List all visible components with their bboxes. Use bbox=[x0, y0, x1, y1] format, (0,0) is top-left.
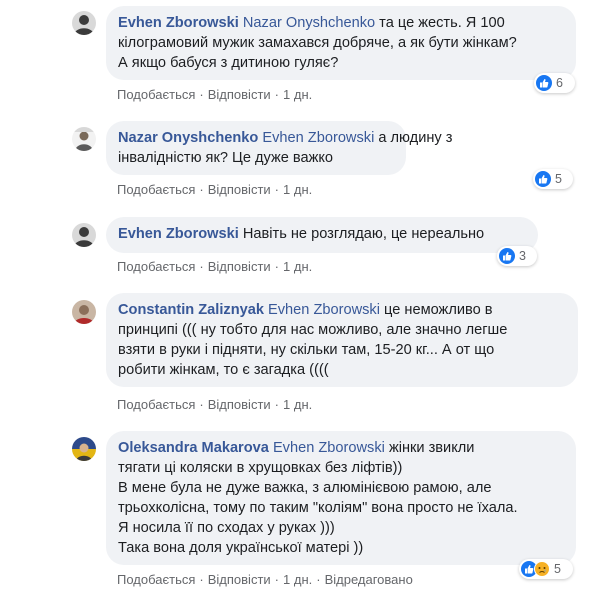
timestamp[interactable]: 1 дн. bbox=[283, 397, 312, 412]
comment-text: це неможливо в bbox=[379, 302, 493, 318]
comment-actions: Подобається · Відповісти · 1 дн. bbox=[117, 182, 312, 198]
separator-dot: · bbox=[274, 87, 280, 102]
reaction-count-value: 6 bbox=[556, 76, 563, 90]
like-reaction-icon bbox=[499, 248, 515, 264]
timestamp[interactable]: 1 дн. bbox=[283, 87, 312, 102]
reply-link[interactable]: Відповісти bbox=[208, 572, 271, 587]
timestamp[interactable]: 1 дн. bbox=[283, 572, 312, 587]
comment-mention[interactable]: Evhen Zborowski bbox=[268, 302, 380, 318]
comment-actions: Подобається · Відповісти · 1 дн. bbox=[117, 397, 312, 413]
comment-text: тягати ці коляски в хрущовках без ліфтів… bbox=[118, 460, 403, 476]
avatar[interactable] bbox=[72, 127, 96, 151]
avatar-icon bbox=[72, 300, 96, 324]
separator-dot: · bbox=[274, 259, 280, 274]
comment-text: Така вона доля української матері )) bbox=[118, 540, 364, 556]
avatar-icon bbox=[72, 11, 96, 35]
reply-link[interactable]: Відповісти bbox=[208, 397, 271, 412]
separator-dot: · bbox=[199, 397, 204, 412]
comment-text: принципі ((( ну тобто для нас можливо, а… bbox=[118, 322, 508, 338]
like-link[interactable]: Подобається bbox=[117, 572, 195, 587]
comment-bubble: Evhen Zborowski Навіть не розглядаю, це … bbox=[106, 217, 538, 253]
like-link[interactable]: Подобається bbox=[117, 259, 195, 274]
reply-link[interactable]: Відповісти bbox=[208, 87, 271, 102]
comment-text: та це жесть. Я 100 bbox=[375, 15, 505, 31]
like-link[interactable]: Подобається bbox=[117, 182, 195, 197]
timestamp[interactable]: 1 дн. bbox=[283, 259, 312, 274]
sad-reaction-icon bbox=[534, 561, 550, 577]
comment-line: Evhen Zborowski Навіть не розглядаю, це … bbox=[118, 224, 526, 244]
reply-link[interactable]: Відповісти bbox=[208, 182, 271, 197]
reaction-count[interactable]: 6 bbox=[534, 73, 575, 93]
comment-author[interactable]: Evhen Zborowski bbox=[118, 226, 239, 242]
comment-mention[interactable]: Nazar Onyshchenko bbox=[243, 15, 375, 31]
separator-dot: · bbox=[199, 182, 204, 197]
comment-mention[interactable]: Evhen Zborowski bbox=[262, 130, 374, 146]
comment-text: трьохколісна, тому по таким "коліям" вон… bbox=[118, 500, 518, 516]
comment-text: робити жінкам, то є загадка (((( bbox=[118, 362, 329, 378]
reaction-count[interactable]: 3 bbox=[497, 246, 537, 266]
separator-dot: · bbox=[199, 259, 204, 274]
avatar[interactable] bbox=[72, 300, 96, 324]
comment-bubble: Constantin Zaliznyak Evhen Zborowski це … bbox=[106, 293, 578, 387]
comment-author[interactable]: Nazar Onyshchenko bbox=[118, 130, 258, 146]
comment-line: Evhen Zborowski Nazar Onyshchenko та це … bbox=[118, 13, 564, 33]
comment-text: В мене була не дуже важка, з алюмінієвою… bbox=[118, 480, 492, 496]
reaction-count[interactable]: 5 bbox=[519, 559, 573, 579]
reaction-count[interactable]: 5 bbox=[533, 169, 573, 189]
edited-label[interactable]: Відредаговано bbox=[325, 572, 413, 587]
reaction-count-value: 5 bbox=[555, 172, 562, 186]
reaction-count-value: 5 bbox=[554, 562, 561, 576]
avatar[interactable] bbox=[72, 11, 96, 35]
separator-dot: · bbox=[199, 87, 204, 102]
comment-author[interactable]: Oleksandra Makarova bbox=[118, 440, 269, 456]
separator-dot: · bbox=[274, 182, 280, 197]
comment-actions: Подобається · Відповісти · 1 дн. · Відредагова… bbox=[117, 572, 413, 588]
comment-line: Nazar Onyshchenko Evhen Zborowski а люди… bbox=[118, 128, 452, 148]
comment-text: взяти в руки і підняти, ну скільки там, … bbox=[118, 342, 495, 358]
separator-dot: · bbox=[199, 572, 204, 587]
like-link[interactable]: Подобається bbox=[117, 397, 195, 412]
comment-bubble: Nazar Onyshchenko Evhen Zborowski а люди… bbox=[106, 121, 452, 175]
separator-dot: · bbox=[316, 572, 321, 587]
comment-text: Я носила її по сходах у руках ))) bbox=[118, 520, 335, 536]
comment-bubble: Oleksandra Makarova Evhen Zborowski жінк… bbox=[106, 431, 576, 565]
avatar-icon bbox=[72, 437, 96, 461]
comment-actions: Подобається · Відповісти · 1 дн. bbox=[117, 87, 312, 103]
comment-text: жінки звикли bbox=[384, 440, 475, 456]
reply-link[interactable]: Відповісти bbox=[208, 259, 271, 274]
reaction-count-value: 3 bbox=[519, 249, 526, 263]
timestamp[interactable]: 1 дн. bbox=[283, 182, 312, 197]
like-reaction-icon bbox=[536, 75, 552, 91]
comment-text: Навіть не розглядаю, це нереально bbox=[238, 226, 485, 242]
comment-text: інвалідністю як? Це дуже важко bbox=[118, 150, 334, 166]
comment-text: кілограмовий мужик замахався добряче, а … bbox=[118, 35, 517, 51]
comment-author[interactable]: Evhen Zborowski bbox=[118, 15, 239, 31]
comment-bubble: Evhen Zborowski Nazar Onyshchenko та це … bbox=[106, 6, 576, 80]
comment-actions: Подобається · Відповісти · 1 дн. bbox=[117, 259, 312, 275]
comment-line: Oleksandra Makarova Evhen Zborowski жінк… bbox=[118, 438, 564, 458]
avatar[interactable] bbox=[72, 437, 96, 461]
comment-line: Constantin Zaliznyak Evhen Zborowski це … bbox=[118, 300, 566, 320]
comment-text: а людину з bbox=[374, 130, 453, 146]
comment-author[interactable]: Constantin Zaliznyak bbox=[118, 302, 264, 318]
avatar[interactable] bbox=[72, 223, 96, 247]
like-link[interactable]: Подобається bbox=[117, 87, 195, 102]
avatar-icon bbox=[72, 127, 96, 151]
avatar-icon bbox=[72, 223, 96, 247]
comment-text: А якщо бабуся з дитиною гуляє? bbox=[118, 55, 339, 71]
separator-dot: · bbox=[274, 572, 280, 587]
like-reaction-icon bbox=[535, 171, 551, 187]
separator-dot: · bbox=[274, 397, 280, 412]
comment-mention[interactable]: Evhen Zborowski bbox=[273, 440, 385, 456]
